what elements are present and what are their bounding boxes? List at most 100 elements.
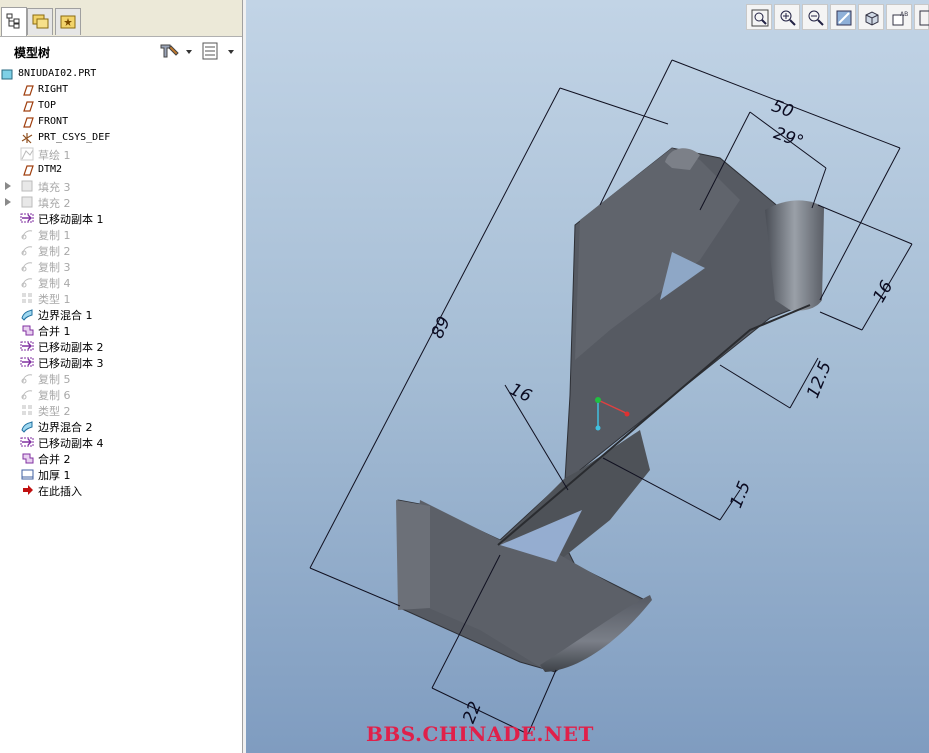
tree-item[interactable]: 8NIUDAI02.PRT — [0, 66, 240, 82]
tree-item[interactable]: DTM2 — [0, 162, 240, 178]
tree-item[interactable]: 复制 6 — [0, 386, 240, 402]
datum-plane-icon — [20, 83, 34, 97]
merge-icon — [20, 451, 34, 465]
tree-item-label: PRT_CSYS_DEF — [38, 132, 111, 143]
tree-item[interactable]: 在此插入 — [0, 482, 240, 498]
tree-item[interactable]: 复制 2 — [0, 242, 240, 258]
boundary-blend-icon — [20, 419, 34, 433]
zoom-in-button[interactable] — [774, 4, 800, 30]
repaint-icon — [836, 10, 852, 26]
dim-12-5: 12.5 — [803, 359, 836, 402]
moved-copy-icon — [20, 211, 34, 225]
dim-29-deg: 29° — [771, 123, 806, 152]
tree-item-label: 复制 3 — [38, 261, 71, 274]
copy-icon — [20, 259, 34, 273]
tree-item-label: 已移动副本 4 — [38, 437, 104, 450]
dim-16-center: 16 — [507, 380, 535, 407]
tree-item[interactable]: 合并 1 — [0, 322, 240, 338]
tree-item[interactable]: 填充 2 — [0, 194, 240, 210]
dim-50: 50 — [769, 96, 796, 122]
zoom-in-icon — [780, 10, 796, 26]
refit-icon — [751, 9, 769, 27]
tree-item-label: 已移动副本 1 — [38, 213, 104, 226]
tree-item-label: 复制 6 — [38, 389, 71, 402]
tree-item[interactable]: 合并 2 — [0, 450, 240, 466]
tree-item[interactable]: 加厚 1 — [0, 466, 240, 482]
tree-item[interactable]: 已移动副本 1 — [0, 210, 240, 226]
expand-arrow-icon[interactable] — [5, 198, 11, 206]
svg-text:AB: AB — [900, 11, 908, 18]
tree-item[interactable]: 填充 3 — [0, 178, 240, 194]
tree-item-label: 复制 2 — [38, 245, 71, 258]
tab-folder-browser[interactable] — [27, 8, 53, 35]
tree-item[interactable]: 复制 1 — [0, 226, 240, 242]
tree-item-label: 复制 5 — [38, 373, 71, 386]
tree-item[interactable]: 复制 3 — [0, 258, 240, 274]
tree-item[interactable]: RIGHT — [0, 82, 240, 98]
tree-item-label: 在此插入 — [38, 485, 82, 498]
dim-1-5: 1.5 — [726, 478, 755, 511]
tree-item[interactable]: 复制 4 — [0, 274, 240, 290]
tab-favorites[interactable] — [55, 8, 81, 35]
refit-button[interactable] — [746, 4, 772, 30]
tree-item-label: 草绘 1 — [38, 149, 71, 162]
watermark: BBS.CHINADE.NET — [366, 722, 594, 746]
tab-model-tree[interactable] — [1, 7, 27, 36]
tree-item[interactable]: TOP — [0, 98, 240, 114]
tree-header: 模型树 — [0, 38, 242, 64]
datum-display-icon — [919, 10, 929, 26]
thicken-icon — [20, 467, 34, 481]
favorites-icon — [60, 15, 76, 29]
tree-item-label: DTM2 — [38, 164, 63, 175]
tree-item-label: 合并 2 — [38, 453, 71, 466]
tree-item[interactable]: 已移动副本 2 — [0, 338, 240, 354]
tree-item[interactable]: 类型 1 — [0, 290, 240, 306]
model-canvas[interactable]: 50 29° 89 16 16 12.5 1.5 22 — [246, 0, 929, 753]
repaint-button[interactable] — [830, 4, 856, 30]
boundary-blend-icon — [20, 307, 34, 321]
tree-item[interactable]: 边界混合 2 — [0, 418, 240, 434]
sketch-icon — [20, 147, 34, 161]
tree-item-label: 边界混合 1 — [38, 309, 93, 322]
tree-item-label: 加厚 1 — [38, 469, 71, 482]
copy-icon — [20, 227, 34, 241]
tree-item[interactable]: FRONT — [0, 114, 240, 130]
tree-item[interactable]: 复制 5 — [0, 370, 240, 386]
tree-item[interactable]: 已移动副本 3 — [0, 354, 240, 370]
expand-arrow-icon[interactable] — [5, 182, 11, 190]
tree-item-label: 边界混合 2 — [38, 421, 93, 434]
tree-item-label: 填充 2 — [38, 197, 71, 210]
tree-item-label: 类型 1 — [38, 293, 71, 306]
model-tree-panel: 模型树 8NIUDAI02.PRT RIGHT TOP FRONT PRT_CSYS_D… — [0, 0, 243, 753]
saved-views-icon: AB — [892, 11, 908, 26]
tree-item[interactable]: 边界混合 1 — [0, 306, 240, 322]
part-icon — [0, 67, 14, 81]
fill-icon — [20, 195, 34, 209]
settings-menu-button[interactable] — [158, 42, 194, 60]
tree-item[interactable]: 已移动副本 4 — [0, 434, 240, 450]
folder-icon — [32, 14, 49, 29]
tree-item-label: TOP — [38, 100, 57, 111]
dim-16-right: 16 — [869, 277, 897, 306]
tree-item-label: RIGHT — [38, 84, 69, 95]
tree-item-label: 合并 1 — [38, 325, 71, 338]
tree-item-label: 已移动副本 3 — [38, 357, 104, 370]
graphics-viewport[interactable]: 50 29° 89 16 16 12.5 1.5 22 — [246, 0, 929, 753]
zoom-out-button[interactable] — [802, 4, 828, 30]
copy-icon — [20, 243, 34, 257]
tree-item-label: 复制 4 — [38, 277, 71, 290]
tree-item[interactable]: 类型 2 — [0, 402, 240, 418]
copy-icon — [20, 371, 34, 385]
tree-item[interactable]: 草绘 1 — [0, 146, 240, 162]
saved-views-button[interactable]: AB — [886, 4, 912, 30]
show-menu-button[interactable] — [200, 42, 240, 60]
moved-copy-icon — [20, 435, 34, 449]
coordinate-system-icon — [20, 131, 34, 145]
tree-item-label: 8NIUDAI02.PRT — [18, 68, 97, 79]
view-toolbar: AB — [744, 2, 929, 32]
copy-icon — [20, 275, 34, 289]
display-style-button[interactable] — [858, 4, 884, 30]
datum-plane-icon — [20, 99, 34, 113]
datum-display-button[interactable] — [914, 4, 929, 30]
tree-item[interactable]: PRT_CSYS_DEF — [0, 130, 240, 146]
